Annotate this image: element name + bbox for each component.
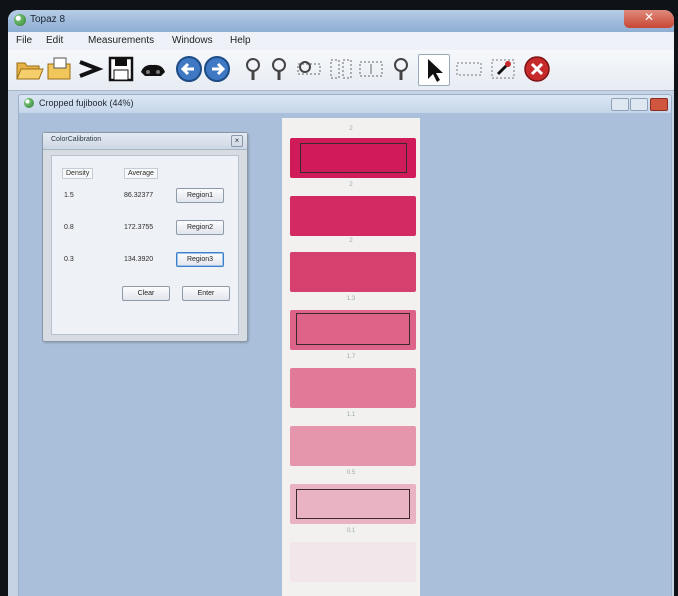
open-folder-icon[interactable] [14,54,44,84]
document-title-bar: Cropped fujibook (44%) [18,94,672,114]
fit-width-icon[interactable] [326,54,356,84]
menu-bar: File Edit Measurements Windows Help [8,32,674,50]
forward-arrow-icon[interactable] [202,54,232,84]
selection-region-2[interactable] [296,313,410,345]
maximize-button[interactable] [630,98,648,111]
average-value: 134.3920 [124,256,154,263]
menu-windows[interactable]: Windows [172,35,213,46]
patch-label: 2 [349,238,353,244]
close-icon: ✕ [643,10,655,24]
menu-edit[interactable]: Edit [46,35,63,46]
density-value: 1.5 [64,192,74,199]
eyedropper-icon[interactable] [488,54,518,84]
menu-file[interactable]: File [16,35,32,46]
patch-8[interactable] [290,542,416,582]
patch-2[interactable] [290,196,416,236]
menu-measurements[interactable]: Measurements [88,35,154,46]
density-header: Density [62,168,94,179]
patch-7[interactable] [290,484,416,524]
title-bar: Topaz 8 ✕ [8,10,674,32]
minimize-button[interactable] [611,98,629,111]
color-calibration-panel: ColorCalibration × Density Average 1.5 8… [42,132,248,342]
app-title: Topaz 8 [30,14,66,25]
pointer-icon[interactable] [418,54,450,86]
open-file-icon[interactable] [44,54,74,84]
back-arrow-icon[interactable] [174,54,204,84]
patch-label: 1.7 [346,354,356,360]
save-icon[interactable] [106,54,136,84]
scanner-icon[interactable] [76,54,106,84]
marquee-select-icon[interactable] [454,54,484,84]
zoom-actual-icon[interactable] [388,54,418,84]
density-value: 0.8 [64,224,74,231]
panel-title: ColorCalibration [51,136,102,143]
average-header: Average [124,168,158,179]
patch-label: 1.1 [346,412,356,418]
average-value: 86.32377 [124,192,154,199]
tape-icon[interactable] [138,54,168,84]
patch-label: 0.5 [346,470,356,476]
region3-button[interactable]: Region3 [176,252,224,267]
region1-button[interactable]: Region1 [176,188,224,203]
panel-title-bar: ColorCalibration × [43,133,247,150]
app-logo-icon [14,14,26,26]
patch-1[interactable] [290,138,416,178]
toolbar [8,50,674,91]
clear-button[interactable]: Clear [122,286,170,301]
average-value: 172.3755 [124,224,154,231]
selection-region-3[interactable] [296,489,410,519]
patch-4[interactable] [290,310,416,350]
document-close-button[interactable] [650,98,668,111]
fit-height-icon[interactable] [356,54,386,84]
stop-icon[interactable] [522,54,552,84]
panel-close-button[interactable]: × [231,135,243,147]
selection-region-1[interactable] [300,143,407,173]
zoom-region-icon[interactable] [294,54,324,84]
density-value: 0.3 [64,256,74,263]
patch-3[interactable] [290,252,416,292]
panel-body: Density Average 1.5 86.32377 Region1 0.8… [51,155,239,335]
menu-help[interactable]: Help [230,35,251,46]
enter-button[interactable]: Enter [182,286,230,301]
patch-6[interactable] [290,426,416,466]
region2-button[interactable]: Region2 [176,220,224,235]
step-wedge-image[interactable]: 2 2 2 1.3 1.7 1.1 0.5 0.1 [282,118,420,596]
document-title: Cropped fujibook (44%) [39,98,134,108]
zoom-out-icon[interactable] [266,54,296,84]
patch-label: 1.3 [346,296,356,302]
window-close-button[interactable]: ✕ [624,10,674,28]
patch-label: 2 [349,182,353,188]
patch-5[interactable] [290,368,416,408]
document-icon [24,98,34,108]
patch-label: 2 [349,126,353,132]
patch-label: 0.1 [346,528,356,534]
app-window: Topaz 8 ✕ File Edit Measurements Windows… [8,10,674,596]
